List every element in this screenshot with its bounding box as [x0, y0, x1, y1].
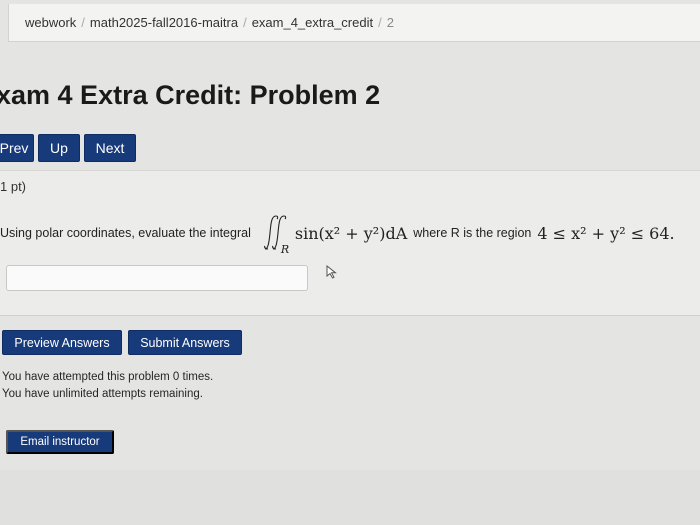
double-integral-sign: R [259, 213, 291, 256]
problem-statement: Using polar coordinates, evaluate the in… [0, 213, 675, 256]
attempts-remaining: You have unlimited attempts remaining. [2, 388, 203, 400]
answer-input[interactable] [6, 265, 308, 291]
attempts-count: You have attempted this problem 0 times. [2, 371, 214, 383]
breadcrumb: webwork / math2025-fall2016-maitra / exa… [8, 4, 700, 42]
problem-panel: 1 pt) Using polar coordinates, evaluate … [0, 170, 700, 316]
breadcrumb-set[interactable]: exam_4_extra_credit [252, 15, 373, 30]
breadcrumb-separator: / [81, 15, 85, 30]
problem-intro: Using polar coordinates, evaluate the in… [0, 226, 251, 240]
submit-answers-button[interactable]: Submit Answers [128, 330, 242, 355]
points-label: 1 pt) [0, 179, 27, 194]
where-text: where R is the region [413, 226, 532, 240]
breadcrumb-separator: / [243, 15, 247, 30]
attempts-info: You have attempted this problem 0 times.… [2, 369, 213, 403]
prev-button[interactable]: Prev [0, 134, 34, 162]
mouse-cursor-icon [326, 264, 338, 284]
email-instructor-button[interactable]: Email instructor [6, 430, 114, 454]
preview-answers-button[interactable]: Preview Answers [2, 330, 122, 355]
integral-region-subscript: R [280, 243, 290, 256]
integrand: sin(x² + y²)dA [294, 223, 408, 243]
breadcrumb-course[interactable]: math2025-fall2016-maitra [90, 15, 238, 30]
breadcrumb-separator: / [378, 15, 382, 30]
page-bottom [0, 470, 700, 525]
next-button[interactable]: Next [84, 134, 136, 162]
up-button[interactable]: Up [38, 134, 80, 162]
page-title: xam 4 Extra Credit: Problem 2 [0, 80, 381, 110]
breadcrumb-webwork[interactable]: webwork [25, 15, 76, 30]
breadcrumb-current: 2 [386, 15, 394, 30]
region-inequality: 4 ≤ x² + y² ≤ 64. [537, 223, 675, 243]
